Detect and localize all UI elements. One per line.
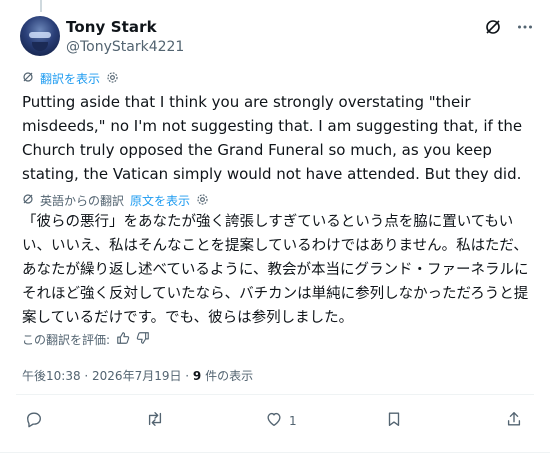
grok-translate-icon [22,193,34,208]
thumbs-up-icon[interactable] [116,331,130,348]
avatar-visor [29,32,51,38]
bottom-divider [0,452,550,453]
like-button[interactable]: 1 [265,410,297,431]
author-name[interactable]: Tony Stark [66,18,157,36]
bookmark-button[interactable] [385,410,403,431]
author-handle[interactable]: @TonyStark4221 [66,39,184,55]
repost-button[interactable] [145,410,165,431]
more-options-icon[interactable] [516,18,534,40]
reply-icon [25,410,43,431]
share-button[interactable] [505,410,523,431]
show-original-link[interactable]: 原文を表示 [130,192,190,209]
views-label: 件の表示 [201,369,254,383]
bookmark-icon [385,410,403,431]
post-text: Putting aside that I think you are stron… [22,93,523,183]
heart-icon [265,410,283,431]
settings-gear-icon[interactable] [106,71,119,87]
translation-header: 英語からの翻訳 原文を表示 [22,192,209,209]
rate-translation-row: この翻訳を評価: [22,331,150,348]
thumbs-down-icon[interactable] [136,331,150,348]
settings-gear-icon[interactable] [196,193,209,209]
post-action-bar: 1 [0,410,550,434]
avatar-chin [32,42,48,51]
thread-connector-line [40,0,42,12]
translation-source-label: 英語からの翻訳 [40,194,125,208]
like-count: 1 [289,413,297,428]
translation-bar: 翻訳を表示 [22,70,119,87]
post-timestamp[interactable]: 午後10:38 · 2026年7月19日 · [22,369,193,383]
divider [16,394,534,395]
post-metadata: 午後10:38 · 2026年7月19日 · 9 件の表示 [22,367,253,384]
post-top-actions [484,18,534,40]
grok-translate-icon [22,71,34,86]
share-icon [505,410,523,431]
translated-text: 「彼らの悪行」をあなたが強く誇張しすぎているという点を脇に置いてもいい、いいえ、… [22,214,529,326]
grok-icon[interactable] [484,18,502,40]
avatar[interactable] [20,16,60,56]
show-translation-link[interactable]: 翻訳を表示 [40,70,100,87]
rate-translation-label: この翻訳を評価: [22,333,111,347]
reply-button[interactable] [25,410,43,431]
repost-icon [145,410,165,431]
